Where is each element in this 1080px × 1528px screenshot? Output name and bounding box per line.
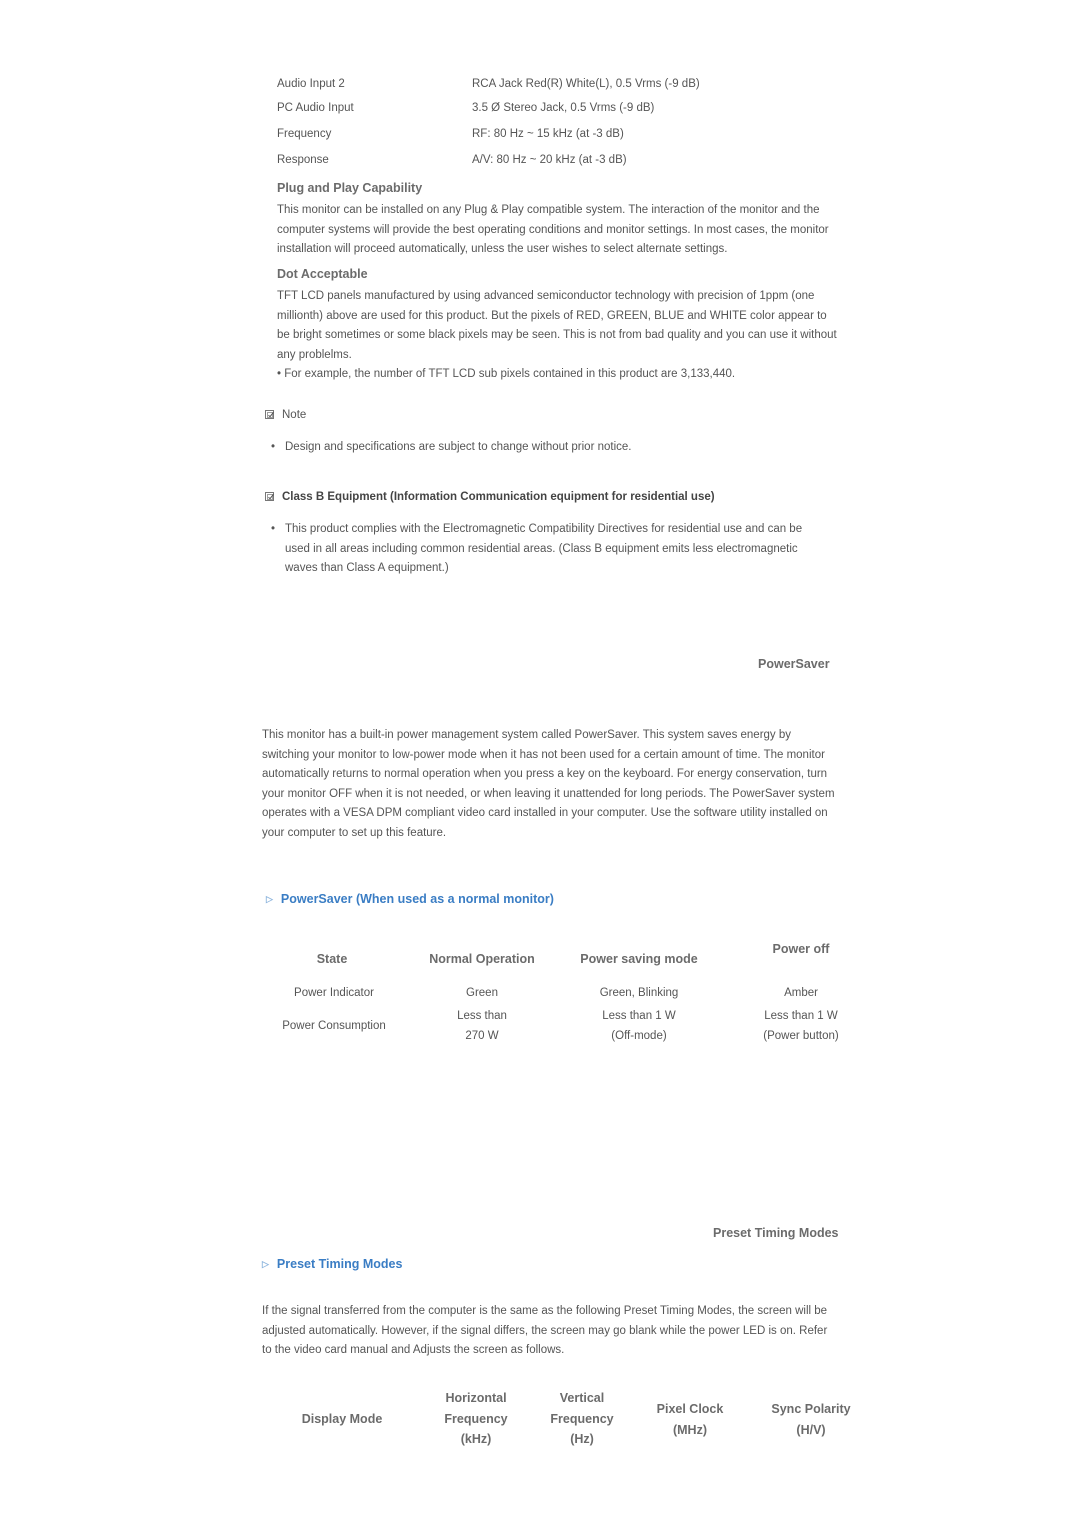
dot-acceptable-heading: Dot Acceptable — [277, 267, 368, 281]
powersaver-subheading-text: PowerSaver (When used as a normal monito… — [280, 892, 554, 906]
text-line: your monitor OFF when it is not needed, … — [262, 787, 835, 800]
table-cell: Power Indicator — [294, 987, 374, 999]
preset-timing-section-title: Preset Timing Modes — [713, 1226, 839, 1240]
header-line: (kHz) — [460, 1432, 492, 1446]
note-label: Note — [282, 409, 307, 421]
header-line: Horizontal — [445, 1391, 507, 1405]
header-line: (MHz) — [672, 1422, 707, 1437]
text-line: be bright sometimes or some black pixels… — [277, 329, 837, 341]
preset-timing-subheading-text: Preset Timing Modes — [276, 1257, 403, 1271]
note-header: Note — [265, 409, 306, 421]
spec-value: 3.5 Ø Stereo Jack, 0.5 Vrms (-9 dB) — [472, 102, 655, 114]
table-cell: Less than 1 W (Off-mode) — [564, 1007, 714, 1046]
table-header-vertical-frequency: Vertical Frequency (Hz) — [532, 1388, 632, 1450]
table-header-state: State — [316, 952, 348, 966]
spec-label: Frequency — [277, 128, 332, 140]
table-cell: Power Consumption — [282, 1020, 386, 1032]
arrow-right-icon: ▷ — [262, 1259, 269, 1269]
powersaver-text: This monitor has a built-in power manage… — [262, 726, 882, 843]
spec-value: RF: 80 Hz ~ 15 kHz (at -3 dB) — [472, 128, 624, 140]
table-header-horizontal-frequency: Horizontal Frequency (kHz) — [426, 1388, 526, 1450]
text-line: millionth) above are used for this produ… — [277, 309, 827, 322]
bullet-dot: • — [271, 523, 276, 535]
spec-value: A/V: 80 Hz ~ 20 kHz (at -3 dB) — [472, 154, 627, 166]
header-line: (Hz) — [570, 1432, 594, 1446]
preset-timing-subheading: ▷ Preset Timing Modes — [262, 1257, 402, 1271]
table-header-power-saving-mode: Power saving mode — [580, 952, 698, 966]
text-line: automatically returns to normal operatio… — [262, 768, 828, 780]
text-line: • For example, the number of TFT LCD sub… — [277, 368, 736, 380]
text-line: any problelms. — [277, 348, 352, 361]
header-line: Vertical — [559, 1391, 605, 1405]
text-line: your computer to set up this feature. — [262, 826, 447, 839]
bullet-dot: • — [271, 441, 276, 453]
table-cell: Green, Blinking — [599, 987, 679, 999]
table-header-sync-polarity: Sync Polarity (H/V) — [756, 1399, 866, 1440]
table-header-normal-operation: Normal Operation — [429, 952, 535, 966]
dot-acceptable-text: TFT LCD panels manufactured by using adv… — [277, 287, 887, 385]
powersaver-section-title: PowerSaver — [758, 657, 830, 671]
table-header-power-off: Power off — [772, 942, 830, 956]
table-cell: Less than 270 W — [412, 1007, 552, 1046]
spec-label: Response — [277, 154, 329, 166]
table-header-pixel-clock: Pixel Clock (MHz) — [640, 1399, 740, 1440]
cell-line: Less than 1 W — [602, 1010, 676, 1022]
text-line: to the video card manual and Adjusts the… — [262, 1344, 565, 1356]
table-cell: Green — [466, 987, 498, 999]
plug-and-play-text: This monitor can be installed on any Plu… — [277, 201, 877, 260]
table-cell: Less than 1 W (Power button) — [736, 1007, 866, 1046]
checkbox-note-icon — [265, 410, 274, 420]
header-line: Pixel Clock — [656, 1402, 724, 1416]
checkbox-note-icon — [265, 492, 274, 502]
class-b-bullet-text: This product complies with the Electroma… — [285, 520, 802, 579]
spec-label: Audio Input 2 — [277, 78, 345, 90]
header-line: Frequency — [444, 1411, 508, 1426]
cell-line: (Off-mode) — [611, 1029, 667, 1042]
spec-value: RCA Jack Red(R) White(L), 0.5 Vrms (-9 d… — [472, 78, 700, 90]
class-b-header: Class B Equipment (Information Communica… — [265, 491, 715, 503]
text-line: This monitor has a built-in power manage… — [262, 729, 792, 741]
class-b-label: Class B Equipment (Information Communica… — [282, 491, 715, 503]
header-line: Display Mode — [301, 1412, 383, 1426]
powersaver-subheading: ▷ PowerSaver (When used as a normal monit… — [266, 892, 554, 906]
cell-line: Less than — [457, 1010, 507, 1022]
preset-timing-text: If the signal transferred from the compu… — [262, 1302, 882, 1361]
note-bullet-text: Design and specifications are subject to… — [285, 441, 632, 453]
class-b-bullet: • This product complies with the Electro… — [271, 520, 871, 580]
cell-line: 270 W — [465, 1029, 499, 1042]
text-line: waves than Class A equipment.) — [285, 562, 449, 574]
header-line: (H/V) — [796, 1422, 826, 1437]
table-header-display-mode: Display Mode — [282, 1409, 402, 1430]
text-line: This monitor can be installed on any Plu… — [277, 204, 820, 216]
text-line: If the signal transferred from the compu… — [262, 1305, 828, 1317]
text-line: This product complies with the Electroma… — [285, 523, 803, 535]
text-line: operates with a VESA DPM compliant video… — [262, 807, 828, 819]
spec-label: PC Audio Input — [277, 102, 354, 114]
text-line: adjusted automatically. However, if the … — [262, 1324, 828, 1337]
table-cell: Amber — [784, 987, 818, 999]
text-line: TFT LCD panels manufactured by using adv… — [277, 290, 815, 302]
cell-line: (Power button) — [763, 1029, 839, 1042]
text-line: installation will proceed automatically,… — [277, 243, 728, 255]
text-line: switching your monitor to low-power mode… — [262, 748, 825, 761]
header-line: Frequency — [550, 1411, 614, 1426]
arrow-right-icon: ▷ — [266, 894, 273, 904]
text-line: computer systems will provide the best o… — [277, 223, 829, 236]
plug-and-play-heading: Plug and Play Capability — [277, 181, 423, 195]
cell-line: Less than 1 W — [764, 1010, 838, 1022]
text-line: used in all areas including common resid… — [285, 542, 798, 555]
header-line: Sync Polarity — [771, 1402, 851, 1416]
